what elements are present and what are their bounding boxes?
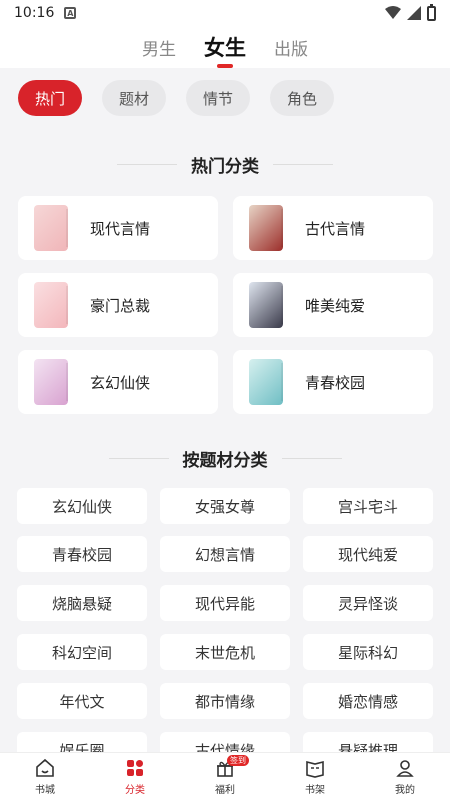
nav-welfare[interactable]: 签到 福利: [180, 753, 270, 800]
theme-tag[interactable]: 玄幻仙侠: [17, 488, 147, 524]
nav-bookshelf[interactable]: 书架: [270, 753, 360, 800]
category-label: 现代言情: [90, 219, 151, 238]
category-label: 古代言情: [305, 219, 366, 238]
book-cover: [249, 205, 283, 251]
home-icon: [36, 758, 54, 777]
category-card[interactable]: 青春校园: [233, 350, 433, 414]
category-label: 玄幻仙侠: [90, 373, 151, 392]
category-label: 唯美纯爱: [305, 296, 366, 315]
theme-tag[interactable]: 幻想言情: [160, 536, 290, 572]
theme-tag[interactable]: 女强女尊: [160, 488, 290, 524]
theme-tag[interactable]: 宫斗宅斗: [303, 488, 433, 524]
a-notification-icon: A: [64, 7, 77, 19]
wifi-icon: [385, 6, 401, 19]
status-bar: 10:16 A: [0, 0, 450, 26]
signin-badge: 签到: [227, 755, 249, 766]
theme-tag[interactable]: 灵异怪谈: [303, 585, 433, 621]
category-label: 青春校园: [305, 373, 366, 392]
theme-tag[interactable]: 青春校园: [17, 536, 147, 572]
top-tabs: 男生 女生 出版: [0, 26, 450, 68]
filter-chips: 热门 题材 情节 角色: [18, 80, 334, 116]
nav-category[interactable]: 分类: [90, 753, 180, 800]
profile-icon: [396, 760, 414, 777]
filter-hot[interactable]: 热门: [18, 80, 82, 116]
theme-tag[interactable]: 末世危机: [160, 634, 290, 670]
battery-icon: [427, 3, 436, 21]
nav-bookstore[interactable]: 书城: [0, 753, 90, 800]
book-cover: [34, 359, 68, 405]
category-card[interactable]: 玄幻仙侠: [18, 350, 218, 414]
nav-label: 书架: [305, 785, 325, 796]
theme-tag[interactable]: 星际科幻: [303, 634, 433, 670]
theme-tag[interactable]: 烧脑悬疑: [17, 585, 147, 621]
section-title-theme: 按题材分类: [0, 446, 450, 471]
category-card[interactable]: 唯美纯爱: [233, 273, 433, 337]
nav-label: 福利: [215, 785, 235, 796]
theme-tag[interactable]: 科幻空间: [17, 634, 147, 670]
bookshelf-icon: [306, 760, 324, 778]
theme-tag[interactable]: 都市情缘: [160, 683, 290, 719]
tab-female[interactable]: 女生: [204, 32, 246, 62]
filter-theme[interactable]: 题材: [102, 80, 166, 116]
theme-tag[interactable]: 现代异能: [160, 585, 290, 621]
category-card[interactable]: 豪门总裁: [18, 273, 218, 337]
nav-label: 书城: [35, 785, 55, 796]
book-cover: [34, 282, 68, 328]
book-cover: [249, 359, 283, 405]
category-card[interactable]: 现代言情: [18, 196, 218, 260]
status-time: 10:16: [14, 5, 55, 21]
signal-icon: [407, 6, 421, 20]
section-title-hot: 热门分类: [0, 152, 450, 177]
nav-label: 我的: [395, 785, 415, 796]
filter-role[interactable]: 角色: [270, 80, 334, 116]
theme-tag[interactable]: 年代文: [17, 683, 147, 719]
bottom-nav: 书城 分类 签到 福利 书架 我的: [0, 752, 450, 800]
book-cover: [34, 205, 68, 251]
filter-plot[interactable]: 情节: [186, 80, 250, 116]
theme-tag[interactable]: 现代纯爱: [303, 536, 433, 572]
category-label: 豪门总裁: [90, 296, 151, 315]
tab-male[interactable]: 男生: [142, 35, 176, 60]
category-card[interactable]: 古代言情: [233, 196, 433, 260]
theme-tag[interactable]: 婚恋情感: [303, 683, 433, 719]
book-cover: [249, 282, 283, 328]
nav-profile[interactable]: 我的: [360, 753, 450, 800]
tab-publish[interactable]: 出版: [274, 35, 308, 60]
nav-label: 分类: [125, 785, 145, 796]
category-icon: [127, 760, 143, 776]
